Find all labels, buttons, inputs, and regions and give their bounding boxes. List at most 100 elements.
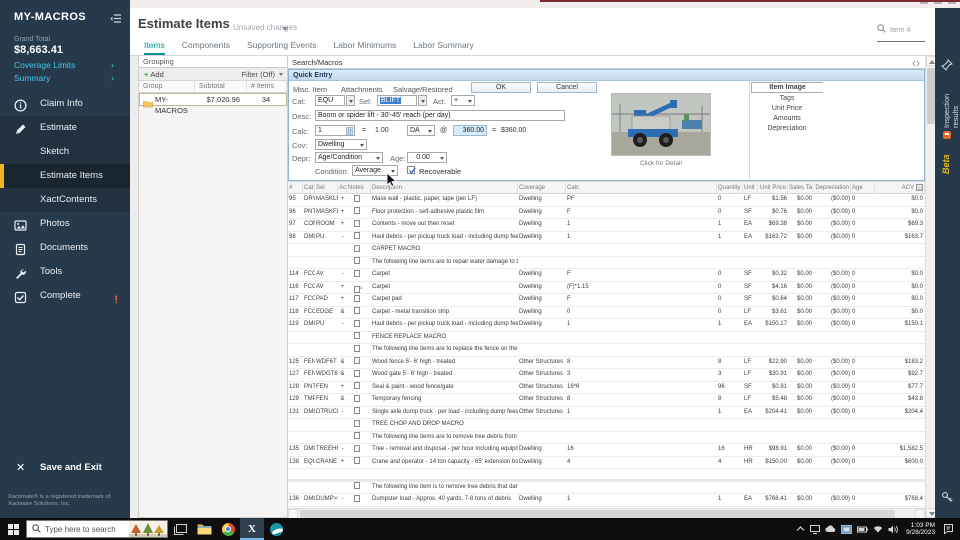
volume-icon[interactable]	[888, 525, 898, 534]
chevron-down-icon[interactable]	[279, 73, 283, 76]
table-row[interactable]: 114 FCC AV - Carpet Dwelling F 0 SF $0.32 $0.00 ($0…	[288, 269, 925, 282]
table-row[interactable]: 128 PNT FEN + Seal & paint - wood fence/gate…	[288, 382, 925, 394]
table-row[interactable]: 118 FCC EDGE & Carpet - metal transition str…	[288, 307, 925, 319]
calculator-icon[interactable]	[346, 127, 353, 137]
unit-dropdown[interactable]: DA	[407, 125, 435, 136]
table-note-row[interactable]: The following line items are to remove t…	[288, 432, 925, 444]
column-header[interactable]: Depreciation	[813, 182, 851, 193]
cloud-icon[interactable]	[825, 525, 836, 533]
act-dropdown[interactable]: +	[451, 95, 475, 106]
table-note-row[interactable]: CARPET MACRO	[288, 244, 925, 257]
table-note-row[interactable]: TREE CHOP AND DROP MACRO	[288, 419, 925, 432]
sidebar-item-documents[interactable]: Documents	[0, 236, 130, 260]
tab-items[interactable]: Items	[144, 38, 165, 55]
table-row[interactable]: 95 DRY MASKLF + Mask wall - plastic, paper, …	[288, 194, 925, 207]
key-icon[interactable]	[941, 490, 953, 508]
chrome-button[interactable]	[216, 518, 240, 540]
table-row[interactable]: 98 DMOPU - Haul debris - per pickup truck l…	[288, 232, 925, 244]
column-header[interactable]: #	[288, 182, 303, 193]
battery-icon[interactable]	[857, 526, 869, 533]
coverage-dropdown[interactable]: Dwelling	[315, 139, 367, 150]
clock[interactable]: 1:03 PM 9/28/2023	[906, 522, 935, 537]
sidebar-item-complete[interactable]: Complete !	[0, 284, 130, 308]
save-and-exit-button[interactable]: ✕ Save and Exit	[0, 456, 130, 480]
collapse-sidebar-icon[interactable]	[110, 11, 122, 29]
sidebar-item-photos[interactable]: Photos	[0, 212, 130, 236]
desc-field[interactable]: Boom or spider lift - 30'-45' reach (per…	[315, 110, 565, 121]
depreciation-dropdown[interactable]: Age/Condition	[315, 152, 383, 163]
maximize-icon[interactable]	[934, 2, 942, 6]
tab-tags[interactable]: Tags	[751, 94, 823, 103]
teal-app-button[interactable]	[264, 518, 288, 540]
table-row[interactable]: 129 TMP FEN & Temporary fencing Other Structu…	[288, 394, 925, 407]
sel-dropdown-icon[interactable]	[418, 95, 427, 106]
vertical-scrollbar[interactable]	[925, 56, 936, 518]
sidebar-item-tools[interactable]: Tools	[0, 260, 130, 284]
table-note-row[interactable]: FENCE REPLACE MACRO	[288, 332, 925, 344]
column-header[interactable]: Sel	[315, 182, 338, 193]
table-row[interactable]: 116 FCC AV +1 Carpet Dwelling (F)*1.15 0 SF $4.16…	[288, 282, 925, 294]
xactimate-button[interactable]: X	[240, 518, 264, 540]
inspection-results-tab[interactable]: Inspection results	[942, 70, 960, 128]
tab-depreciation[interactable]: Depreciation	[751, 124, 823, 133]
sel-field[interactable]: BLIFT	[377, 95, 417, 106]
table-row[interactable]: 119 DMOPU - Haul debris - per pickup truck …	[288, 319, 925, 332]
sidebar-item-xactcontents[interactable]: XactContents	[0, 188, 130, 212]
tab-item-image[interactable]: Item Image	[751, 82, 823, 93]
wifi-icon[interactable]	[873, 525, 883, 533]
table-row[interactable]: 125 FEN WDF6T & Wood fence 5'- 6' high - tre…	[288, 357, 925, 369]
tab-amounts[interactable]: Amounts	[751, 114, 823, 123]
monitor-icon[interactable]	[810, 524, 821, 534]
table-row[interactable]: 131 DMODTRUCK- Single axle dump truck - pe…	[288, 407, 925, 419]
cancel-button[interactable]: Cancel	[537, 82, 597, 93]
table-note-row[interactable]: The following line item is to remove tre…	[288, 482, 925, 494]
filter-dropdown[interactable]: Filter (Off)	[241, 68, 275, 81]
search-macros-bar[interactable]: Search/Macros	[288, 56, 925, 69]
horizontal-scroll-thumb[interactable]	[300, 510, 895, 518]
table-row[interactable]: 138 EQU CRANE + Crane and operator - 14 ton …	[288, 457, 925, 469]
table-row[interactable]: 97 CONROOM + Contents - move out then reset…	[288, 219, 925, 232]
vertical-scroll-thumb[interactable]	[927, 68, 935, 124]
ok-button[interactable]: OK	[471, 82, 531, 93]
task-view-button[interactable]	[168, 518, 192, 540]
chevron-down-icon[interactable]	[282, 27, 288, 31]
tab-unit-price[interactable]: Unit Price	[751, 104, 823, 113]
sidebar-item-sketch[interactable]: Sketch	[0, 140, 130, 164]
close-icon[interactable]	[948, 2, 956, 6]
tab-labor-summary[interactable]: Labor Summary	[413, 38, 473, 55]
action-center-icon[interactable]	[943, 524, 954, 534]
tray-expand-icon[interactable]	[796, 526, 805, 532]
column-header[interactable]: Unit	[743, 182, 758, 193]
item-image[interactable]	[611, 93, 711, 156]
sidebar-item-claim-info[interactable]: Claim Info	[0, 92, 130, 116]
column-header[interactable]: Notes	[347, 182, 371, 193]
column-header[interactable]: Unit Price	[758, 182, 788, 193]
column-header[interactable]: Act	[338, 182, 347, 193]
summary-link[interactable]: Summary ›	[14, 73, 120, 83]
column-header[interactable]: Age	[851, 182, 875, 193]
sidebar-item-estimate[interactable]: Estimate	[0, 116, 130, 140]
tab-supporting-events[interactable]: Supporting Events	[247, 38, 316, 55]
sidebar-item-estimate-items[interactable]: Estimate Items	[0, 164, 130, 188]
table-row[interactable]: 127 FENWDGT6T& Wood gate 5'- 6' high - tre…	[288, 369, 925, 382]
column-header[interactable]: Quantity	[717, 182, 743, 193]
taskbar-search[interactable]: Type here to search	[26, 520, 168, 538]
recoverable-checkbox[interactable]	[407, 166, 416, 174]
tab-misc-item[interactable]: Misc. Item	[293, 85, 327, 94]
minimize-icon[interactable]	[920, 2, 928, 6]
add-group-button[interactable]: + Add	[144, 68, 164, 81]
horizontal-scrollbar[interactable]	[288, 508, 925, 519]
table-row[interactable]: 136 DMODUMP>>- Dumpster load - Approx. 40 …	[288, 494, 925, 507]
column-header[interactable]: Coverage	[518, 182, 566, 193]
table-row[interactable]: 117 FCC PAD + Carpet pad Dwelling F 0 SF $0.64 $0.…	[288, 294, 925, 307]
tab-components[interactable]: Components	[182, 38, 230, 55]
file-explorer-button[interactable]	[192, 518, 216, 540]
column-header[interactable]: Cat	[303, 182, 315, 193]
tab-attachments[interactable]: Attachments	[341, 85, 383, 94]
tab-labor-minimums[interactable]: Labor Minimums	[333, 38, 396, 55]
table-note-row[interactable]: The following line items are to replace …	[288, 344, 925, 357]
cat-dropdown-icon[interactable]	[346, 95, 355, 106]
click-for-detail-link[interactable]: Click for Detail	[611, 160, 711, 167]
unit-price-field[interactable]: 360.00	[453, 125, 487, 136]
group-row[interactable]: MY-MACROS $7,020.96 34	[139, 93, 287, 115]
